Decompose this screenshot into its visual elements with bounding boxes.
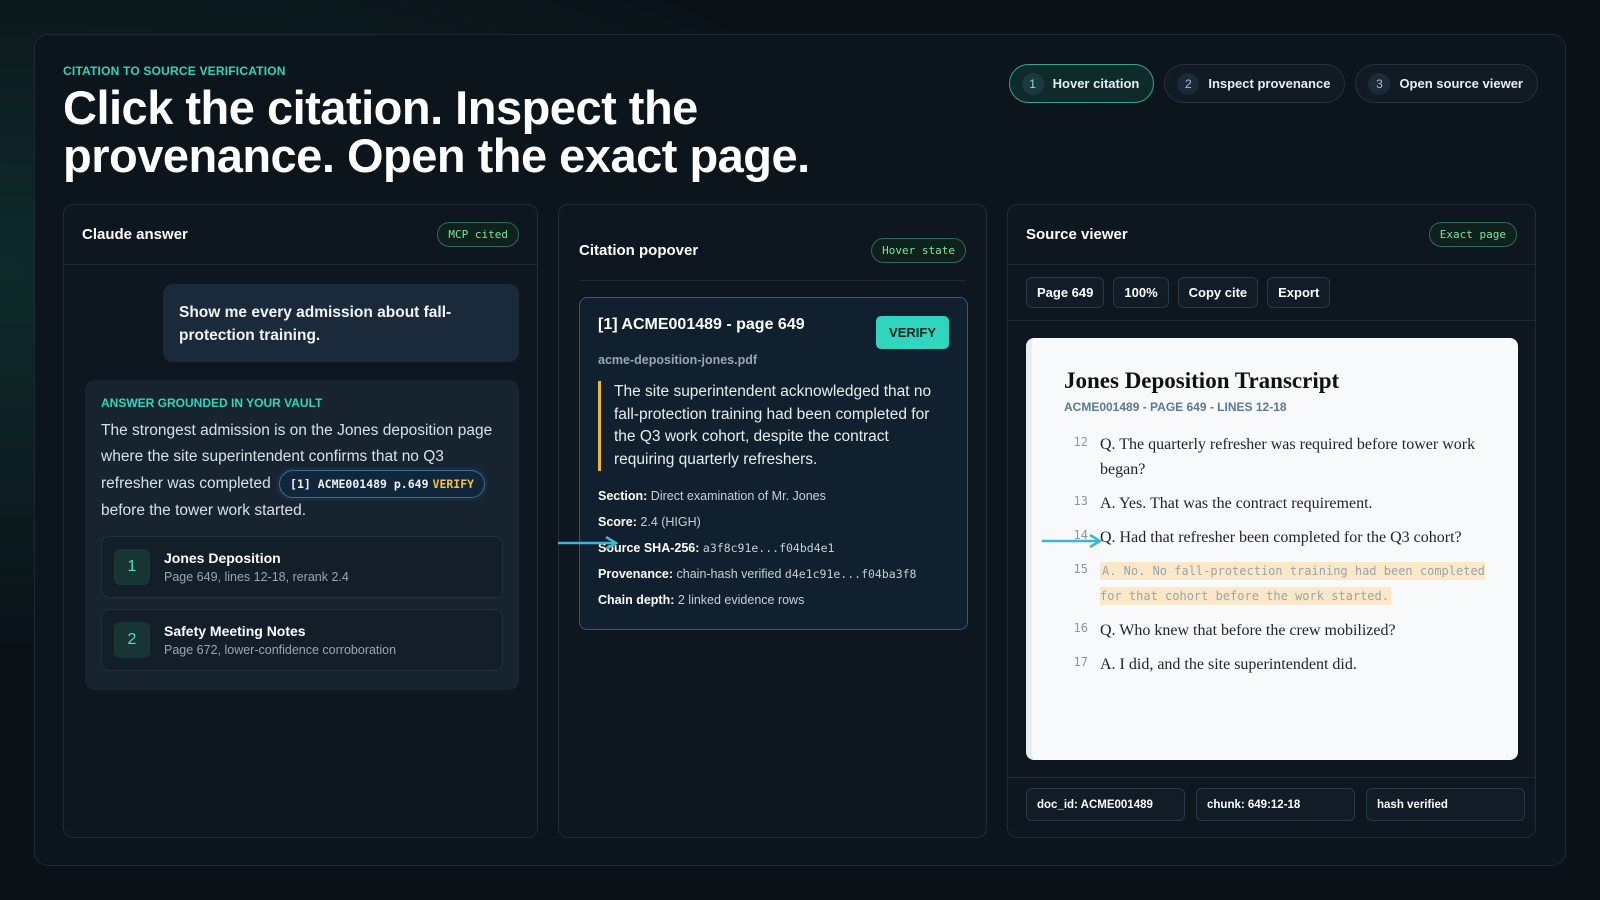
transcript-line: 14 Q. Had that refresher been completed f…	[1073, 528, 1462, 546]
meta-sha: Source SHA-256: a3f8c91e...f04bd4e1	[598, 541, 835, 555]
step-label: Open source viewer	[1399, 76, 1523, 91]
step-hover-citation[interactable]: 1 Hover citation	[1008, 64, 1155, 103]
page-title: Click the citation. Inspect the provenan…	[63, 84, 963, 180]
source-number: 2	[114, 622, 150, 658]
source-viewer-panel: Source viewer Exact page Page 649 100% C…	[1007, 204, 1536, 838]
citation-metadata: Section: Direct examination of Mr. Jones…	[598, 489, 949, 607]
hover-state-badge: Hover state	[871, 238, 966, 263]
meta-provenance: Provenance: chain-hash verified d4e1c91e…	[598, 567, 917, 581]
transcript-line: 16 Q. Who knew that before the crew mobil…	[1073, 621, 1396, 639]
verify-button[interactable]: VERIFY	[876, 316, 949, 349]
answer-text: The strongest admission is on the Jones …	[101, 418, 503, 524]
divider	[1008, 777, 1535, 778]
panel-title: Source viewer	[1026, 226, 1128, 243]
source-item-safety[interactable]: 2 Safety Meeting Notes Page 672, lower-c…	[101, 609, 503, 671]
viewer-toolbar: Page 649 100% Copy cite Export	[1008, 265, 1535, 321]
document-title: Jones Deposition Transcript	[1064, 368, 1340, 393]
claude-answer-panel: Claude answer MCP cited Show me every ad…	[63, 204, 538, 838]
transcript-line: 13 A. Yes. That was the contract requirem…	[1073, 494, 1373, 512]
citation-label: [1] ACME001489 p.649	[290, 477, 429, 491]
copy-cite-button[interactable]: Copy cite	[1177, 277, 1259, 308]
citation-verify-tag: VERIFY	[432, 477, 475, 491]
user-message: Show me every admission about fall-prote…	[163, 284, 519, 362]
step-number: 2	[1177, 72, 1200, 95]
document-subtitle: ACME001489 - PAGE 649 - LINES 12-18	[1064, 400, 1287, 414]
source-subtitle: Page 672, lower-confidence corroboration	[164, 643, 397, 657]
step-inspect-provenance[interactable]: 2 Inspect provenance	[1164, 64, 1346, 103]
step-open-source-viewer[interactable]: 3 Open source viewer	[1355, 64, 1538, 103]
connector-arrow-icon	[558, 536, 619, 550]
step-label: Inspect provenance	[1208, 76, 1331, 91]
panel-title: Citation popover	[579, 242, 699, 259]
citation-popover-panel: Citation popover Hover state [1] ACME001…	[558, 204, 987, 838]
source-title: Jones Deposition	[164, 550, 281, 566]
document-page: Jones Deposition Transcript ACME001489 -…	[1026, 338, 1518, 760]
citation-quote: The site superintendent acknowledged tha…	[598, 381, 949, 471]
answer-text-after: before the tower work started.	[101, 502, 307, 519]
source-subtitle: Page 649, lines 12-18, rerank 2.4	[164, 570, 349, 584]
answer-card: ANSWER GROUNDED IN YOUR VAULT The strong…	[85, 380, 519, 690]
hash-verified-chip: hash verified	[1366, 788, 1525, 821]
source-title: Safety Meeting Notes	[164, 623, 306, 639]
source-number: 1	[114, 549, 150, 585]
viewer-footer: doc_id: ACME001489 chunk: 649:12-18 hash…	[1026, 788, 1525, 821]
step-number: 1	[1021, 72, 1044, 95]
meta-section: Section: Direct examination of Mr. Jones	[598, 489, 826, 503]
panel-title: Claude answer	[82, 226, 188, 243]
transcript-line: 12 Q. The quarterly refresher was require…	[1073, 435, 1476, 478]
step-number: 3	[1368, 72, 1391, 95]
export-button[interactable]: Export	[1267, 277, 1331, 308]
mcp-cited-badge: MCP cited	[437, 222, 519, 247]
step-tabs: 1 Hover citation 2 Inspect provenance 3 …	[1008, 64, 1538, 103]
headline-line-1: Click the citation. Inspect the	[63, 81, 698, 134]
exact-page-badge: Exact page	[1428, 222, 1517, 247]
doc-id-chip: doc_id: ACME001489	[1026, 788, 1185, 821]
eyebrow: CITATION TO SOURCE VERIFICATION	[63, 64, 286, 78]
step-label: Hover citation	[1052, 76, 1140, 91]
panel-header: Source viewer Exact page	[1008, 205, 1535, 265]
transcript-line: 17 A. I did, and the site superintendent …	[1073, 655, 1357, 673]
transcript-line-highlighted: 15 A. No. No fall-protection training had…	[1073, 562, 1485, 605]
answer-eyebrow: ANSWER GROUNDED IN YOUR VAULT	[101, 396, 323, 410]
source-file-name: acme-deposition-jones.pdf	[598, 353, 758, 367]
source-item-jones[interactable]: 1 Jones Deposition Page 649, lines 12-18…	[101, 536, 503, 598]
citation-pill[interactable]: [1] ACME001489 p.649 VERIFY	[279, 470, 486, 498]
panel-header: Claude answer MCP cited	[64, 205, 537, 265]
line-pointer-arrow-icon	[1042, 534, 1103, 548]
meta-score: Score: 2.4 (HIGH)	[598, 515, 701, 529]
page-button[interactable]: Page 649	[1026, 277, 1105, 308]
meta-chain-depth: Chain depth: 2 linked evidence rows	[598, 593, 805, 607]
zoom-button[interactable]: 100%	[1113, 277, 1169, 308]
headline-line-2: provenance. Open the exact page.	[63, 129, 810, 182]
panel-header: Citation popover Hover state	[579, 205, 966, 281]
citation-popover-card: [1] ACME001489 - page 649 VERIFY acme-de…	[579, 297, 968, 630]
transcript-lines: 12 Q. The quarterly refresher was require…	[1064, 432, 1486, 677]
chunk-chip: chunk: 649:12-18	[1196, 788, 1355, 821]
